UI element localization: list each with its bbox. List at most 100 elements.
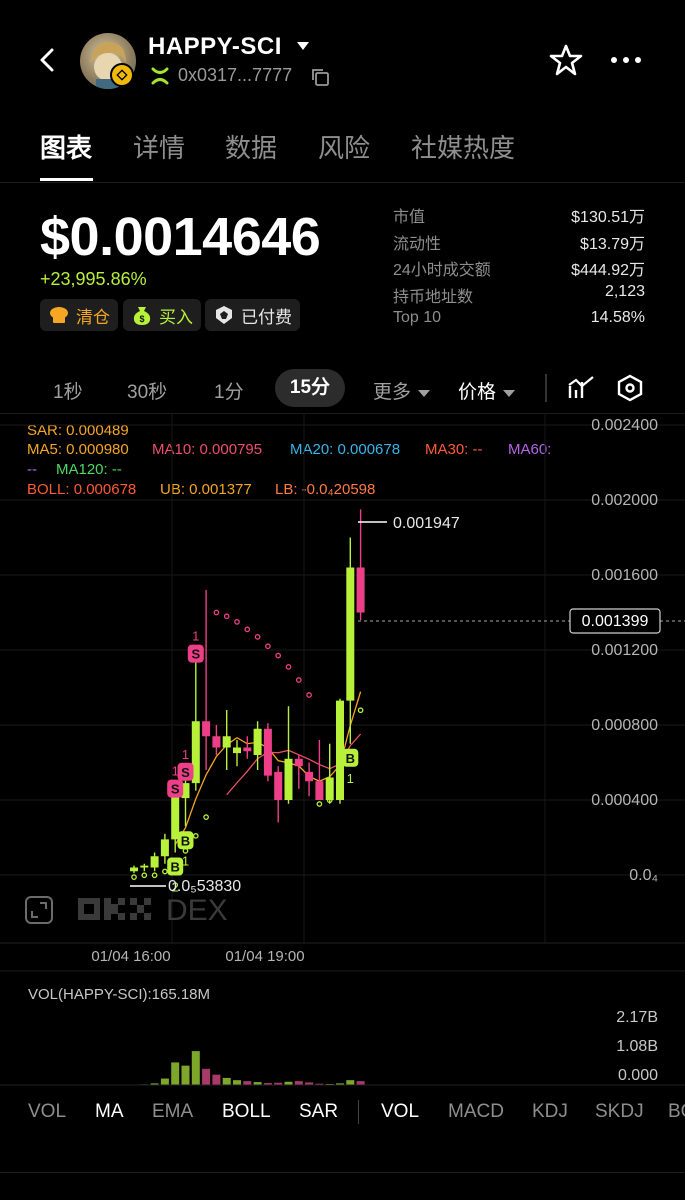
candle-body xyxy=(243,747,252,752)
indicator-tab-skdj[interactable]: SKDJ xyxy=(595,1101,644,1123)
candle-body xyxy=(346,567,355,701)
candle-body xyxy=(336,700,344,800)
price-chart[interactable]: 0.002400 0.002000 0.001600 0.001200 0.000800… xyxy=(0,413,685,973)
fullscreen-icon[interactable] xyxy=(25,896,53,924)
more-options-icon[interactable] xyxy=(610,55,642,65)
sar-dot xyxy=(254,634,261,640)
buy-button[interactable]: $ 买入 xyxy=(123,299,201,331)
trade-marker-type: S xyxy=(191,647,200,662)
back-arrow-icon[interactable] xyxy=(36,44,60,76)
caret-down-icon xyxy=(418,390,431,397)
sar-dot xyxy=(203,814,209,820)
sar-dot xyxy=(162,868,168,875)
y-tick-label: 0.002400 xyxy=(591,417,658,434)
watermark-dex: DEX xyxy=(166,894,228,927)
indicator-tab-vol-sub[interactable]: VOL xyxy=(381,1101,419,1123)
price-type-dropdown[interactable]: 价格 xyxy=(458,375,516,411)
chain-cross-icon xyxy=(151,67,169,85)
sar-dot xyxy=(295,677,302,683)
sar-dot xyxy=(131,874,137,880)
trade-marker-count: 1 xyxy=(182,747,189,762)
sell-all-button[interactable]: 清仓 xyxy=(40,299,118,331)
volume-bar xyxy=(233,1080,241,1085)
interval-30s[interactable]: 30秒 xyxy=(127,375,167,411)
sar-dot xyxy=(192,833,199,839)
y-tick-label: 0.0₄ xyxy=(629,867,658,884)
trade-marker-type: S xyxy=(171,782,180,797)
candle-body xyxy=(171,794,180,840)
volume-chart: 2.17B 1.08B 0.000 xyxy=(0,1009,685,1086)
stat-value-liquidity: $13.79万 xyxy=(580,236,645,253)
volume-bar xyxy=(294,1081,303,1085)
stat-label-top10: Top 10 xyxy=(393,309,442,326)
tab-risk[interactable]: 风险 xyxy=(318,128,370,165)
token-name[interactable]: HAPPY-SCI xyxy=(148,33,282,61)
candle-body xyxy=(315,781,324,800)
x-tick-label: 01/04 16:00 xyxy=(91,948,170,965)
interval-more-label: 更多 xyxy=(373,382,412,403)
volume-tick-mid: 1.08B xyxy=(616,1038,658,1055)
okx-logo-icon xyxy=(78,898,151,920)
price-change: +23,995.86% xyxy=(40,269,147,289)
volume-bar xyxy=(160,1078,169,1085)
stat-value-volume-24h: $444.92万 xyxy=(571,262,645,279)
interval-divider xyxy=(545,374,547,402)
chef-hat-icon xyxy=(50,307,68,323)
watermark: DEX xyxy=(25,894,228,927)
candle-body xyxy=(212,736,221,748)
tab-details[interactable]: 详情 xyxy=(133,128,185,165)
settings-hexagon-icon[interactable] xyxy=(616,374,644,402)
paid-badge[interactable]: 已付费 xyxy=(205,299,300,331)
indicator-tab-kdj[interactable]: KDJ xyxy=(532,1101,568,1123)
trade-marker-type: S xyxy=(181,765,190,780)
candle-body xyxy=(325,777,334,800)
volume-bar xyxy=(356,1081,365,1085)
indicator-tab-boll[interactable]: BOLL xyxy=(222,1101,271,1123)
tab-chart[interactable]: 图表 xyxy=(40,128,92,165)
indicator-tab-vol-main[interactable]: VOL xyxy=(28,1101,66,1123)
sar-dot xyxy=(285,664,292,670)
trade-marker-type: B xyxy=(346,751,355,766)
volume-bar xyxy=(202,1068,211,1085)
current-price: $0.0014646 xyxy=(40,207,321,267)
candle-body xyxy=(222,736,231,748)
favorite-star-icon[interactable] xyxy=(549,43,583,77)
tab-social[interactable]: 社媒热度 xyxy=(411,128,515,165)
indicator-chart-icon[interactable] xyxy=(566,374,596,402)
stat-value-market-cap: $130.51万 xyxy=(571,209,645,226)
sar-dot xyxy=(306,692,312,698)
stat-label-market-cap: 市值 xyxy=(393,209,426,226)
indicator-tab-ma[interactable]: MA xyxy=(95,1101,124,1123)
candle-body xyxy=(284,758,293,800)
stat-label-volume-24h: 24小时成交额 xyxy=(393,262,491,279)
money-bag-icon: $ xyxy=(133,307,151,325)
sar-dot xyxy=(275,652,282,659)
candle-body xyxy=(274,771,283,800)
y-tick-label: 0.000800 xyxy=(591,717,658,734)
interval-1m[interactable]: 1分 xyxy=(214,375,244,411)
volume-bars xyxy=(130,1051,365,1085)
sar-dot xyxy=(244,626,251,633)
y-tick-label: 0.001200 xyxy=(591,642,658,659)
candle-body xyxy=(233,747,241,754)
candlesticks xyxy=(130,509,365,874)
interval-15m[interactable]: 15分 xyxy=(275,369,345,407)
indicator-tab-ema[interactable]: EMA xyxy=(152,1101,193,1123)
current-price-tag-text: 0.001399 xyxy=(582,613,649,630)
candle-body xyxy=(150,856,159,868)
volume-tick-zero: 0.000 xyxy=(618,1067,658,1084)
copy-icon[interactable] xyxy=(310,67,330,87)
indicator-tab-boll-sub[interactable]: BO xyxy=(668,1101,685,1123)
sar-dot xyxy=(213,609,220,616)
interval-1s[interactable]: 1秒 xyxy=(53,375,83,411)
volume-bar xyxy=(222,1077,231,1085)
stat-value-top10: 14.58% xyxy=(590,309,645,326)
stat-label-liquidity: 流动性 xyxy=(393,236,442,253)
candle-body xyxy=(130,867,138,872)
caret-down-icon[interactable] xyxy=(297,41,309,51)
indicator-tab-macd[interactable]: MACD xyxy=(448,1101,504,1123)
trade-marker-type: B xyxy=(171,860,180,875)
interval-more[interactable]: 更多 xyxy=(373,375,431,411)
tab-data[interactable]: 数据 xyxy=(225,128,277,165)
indicator-tab-sar[interactable]: SAR xyxy=(299,1101,338,1123)
